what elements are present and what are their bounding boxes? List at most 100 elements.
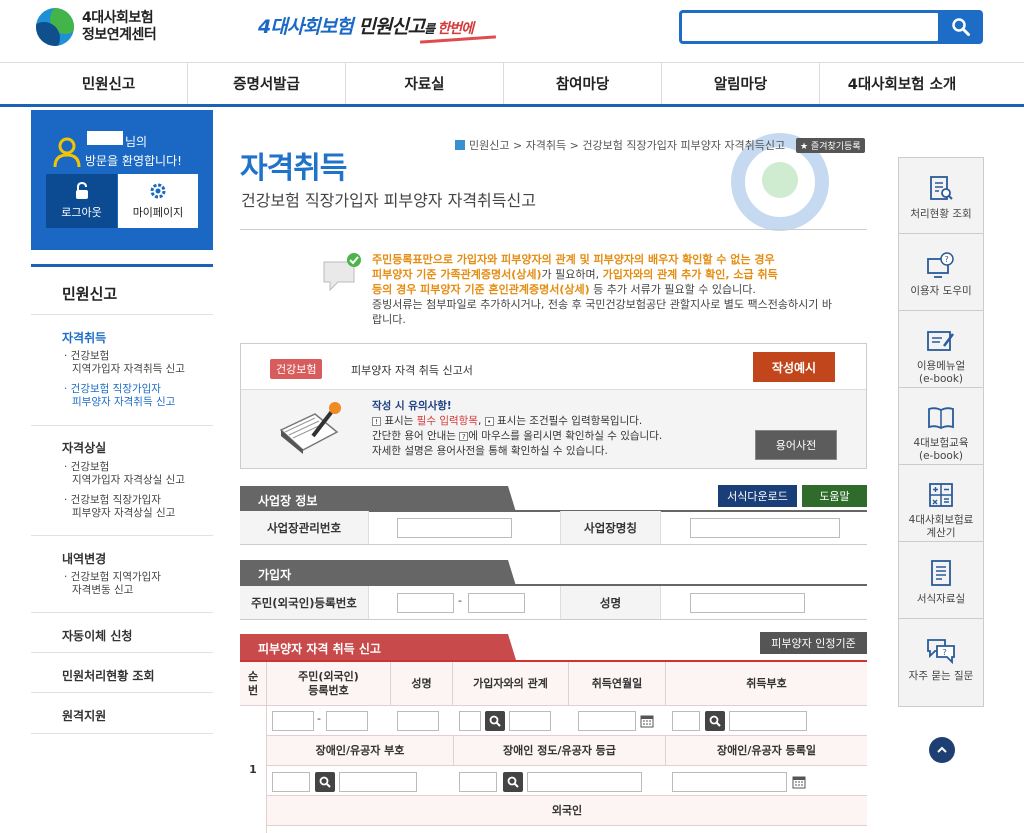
nav-item-about[interactable]: 4대사회보험 소개 (820, 63, 984, 104)
quick-form-library[interactable]: 서식자료실 (899, 543, 983, 619)
disabled-grade-input[interactable] (459, 772, 497, 792)
relation-code-input[interactable] (459, 711, 481, 731)
row-number: 1 (240, 706, 267, 833)
mgmt-no-input[interactable] (397, 518, 512, 538)
quick-label: 처리현황 조회 (910, 208, 972, 220)
relation-search-button[interactable] (485, 711, 505, 731)
workplace-name-input[interactable] (690, 518, 840, 538)
form-name: 피부양자 자격 취득 신고서 (351, 364, 473, 377)
calendar-icon[interactable] (792, 775, 806, 789)
disabled-code-search-button[interactable] (315, 772, 335, 792)
sidebar-item-remote[interactable]: 원격지원 (62, 707, 106, 724)
section-dependent: 피부양자 자격 취득 신고 (240, 634, 516, 660)
notice-part: 등의 경우 피부양자 기준 혼인관계증명서(상세) (372, 283, 590, 296)
quick-label: 이용메뉴얼 (e-book) (916, 360, 966, 385)
divider (31, 612, 213, 613)
sidebar-sub-regional-loss[interactable]: · 건강보험 지역가입자 자격상실 신고 (64, 461, 185, 487)
divider (31, 535, 213, 536)
disabled-grade-name-input[interactable] (527, 772, 642, 792)
logout-label: 로그아웃 (61, 206, 102, 219)
calendar-icon[interactable] (640, 714, 654, 728)
sidebar-sub-regional-change[interactable]: · 건강보험 지역가입자 자격변동 신고 (64, 571, 161, 597)
nav-item-notice[interactable]: 알림마당 (662, 63, 820, 104)
quick-user-help[interactable]: ? 이용자 도우미 (899, 235, 983, 311)
dep-rrn-back-input[interactable] (326, 711, 368, 731)
breadcrumb-text: 민원신고 > 자격취득 > 건강보험 직장가입자 피부양자 자격취득신고 (469, 139, 786, 152)
acq-code-search-button[interactable] (705, 711, 725, 731)
sub-line: 피부양자 자격상실 신고 (72, 507, 176, 519)
glossary-button[interactable]: 용어사전 (755, 430, 837, 460)
quick-label: 4대보험교육 (e-book) (913, 437, 969, 462)
relation-name-input[interactable] (509, 711, 551, 731)
acq-code-input[interactable] (672, 711, 700, 731)
conditional-marker-icon: • (484, 417, 494, 426)
site-logo[interactable]: 4대사회보험 정보연계센터 (36, 8, 157, 46)
th-no: 순 번 (240, 662, 267, 706)
logout-button[interactable]: 로그아웃 (46, 174, 117, 228)
caution-part: 표시는 (381, 415, 417, 427)
disabled-code-name-input[interactable] (339, 772, 417, 792)
sidebar-item-change[interactable]: 내역변경 (62, 550, 106, 567)
slogan-a: 4대사회보험 (258, 16, 354, 38)
help-button[interactable]: 도움말 (802, 485, 867, 507)
quick-calculator[interactable]: 4대사회보험료 계산기 (899, 466, 983, 542)
rrn-back-input[interactable] (468, 593, 525, 613)
sidebar-sub-dependent-loss[interactable]: · 건강보험 직장가입자 피부양자 자격상실 신고 (64, 494, 175, 520)
sidebar-sub-regional-acquisition[interactable]: · 건강보험 지역가입자 자격취득 신고 (64, 350, 185, 376)
quick-education[interactable]: 4대보험교육 (e-book) (899, 389, 983, 465)
notice-text: 주민등록표만으로 가입자와 피부양자의 관계 및 피부양자의 배우자 확인할 수… (372, 252, 866, 327)
caution-part: , (477, 415, 485, 427)
mypage-label: 마이페이지 (132, 206, 184, 219)
nav-item-complaint[interactable]: 민원신고 (30, 63, 188, 104)
mypage-button[interactable]: 마이페이지 (118, 174, 198, 228)
acquisition-date-input[interactable] (578, 711, 636, 731)
rrn-front-input[interactable] (397, 593, 454, 613)
chevron-up-icon (937, 746, 947, 753)
slogan-b: 민원신고 (352, 16, 425, 38)
user-icon (53, 137, 81, 168)
main-nav: 민원신고 증명서발급 자료실 참여마당 알림마당 4대사회보험 소개 (0, 62, 1024, 107)
nav-item-certificate[interactable]: 증명서발급 (188, 63, 346, 104)
subscriber-name-input[interactable] (690, 593, 805, 613)
sidebar-item-status[interactable]: 민원처리현황 조회 (62, 667, 155, 684)
quick-user-manual[interactable]: 이용메뉴얼 (e-book) (899, 312, 983, 388)
disabled-code-input[interactable] (272, 772, 310, 792)
notice-part: 피부양자 기준 가족관계증명서(상세) (372, 268, 542, 281)
edit-manual-icon (927, 331, 954, 351)
quick-label: 4대사회보험료 계산기 (908, 514, 974, 539)
writing-document-icon (279, 402, 341, 454)
required-marker-icon: ! (372, 417, 381, 426)
quick-status-inquiry[interactable]: 처리현황 조회 (899, 158, 983, 234)
logo-line1: 4대사회보험 (82, 10, 154, 26)
nav-item-participation[interactable]: 참여마당 (504, 63, 662, 104)
quick-label: 이용자 도우미 (910, 285, 972, 297)
disabled-grade-search-button[interactable] (503, 772, 523, 792)
search-input[interactable] (679, 10, 941, 44)
sidebar-item-autopay[interactable]: 자동이체 신청 (62, 627, 132, 644)
nav-item-library[interactable]: 자료실 (346, 63, 504, 104)
dep-rrn-front-input[interactable] (272, 711, 314, 731)
search-button[interactable] (938, 10, 983, 44)
sidebar-sub-dependent-acquisition[interactable]: · 건강보험 직장가입자 피부양자 자격취득 신고 (64, 383, 175, 409)
quick-faq[interactable]: ? 자주 묻는 질문 (899, 620, 983, 696)
criteria-button[interactable]: 피부양자 인정기준 (760, 632, 867, 654)
svg-text:?: ? (945, 255, 949, 264)
sub-line: 자격변동 신고 (72, 584, 134, 596)
divider (31, 692, 213, 693)
check-bubble-icon (323, 253, 361, 292)
notice-part: 가 필요하며, (541, 268, 603, 281)
magnifier-icon (507, 776, 519, 788)
th-rrn: 주민(외국인) 등록번호 (267, 662, 391, 706)
calculator-icon (929, 483, 953, 507)
dep-name-input[interactable] (397, 711, 439, 731)
favorite-button[interactable]: ★ 즐겨찾기등록 (796, 138, 865, 153)
dep-rrn-dash: - (317, 712, 321, 725)
sidebar-item-loss[interactable]: 자격상실 (62, 439, 106, 456)
sidebar-item-acquisition[interactable]: 자격취득 (62, 329, 106, 346)
disabled-date-input[interactable] (672, 772, 787, 792)
acq-code-name-input[interactable] (729, 711, 807, 731)
example-button[interactable]: 작성예시 (753, 352, 835, 382)
home-icon[interactable] (455, 140, 465, 150)
download-form-button[interactable]: 서식다운로드 (718, 485, 797, 507)
scroll-top-button[interactable] (929, 737, 955, 763)
